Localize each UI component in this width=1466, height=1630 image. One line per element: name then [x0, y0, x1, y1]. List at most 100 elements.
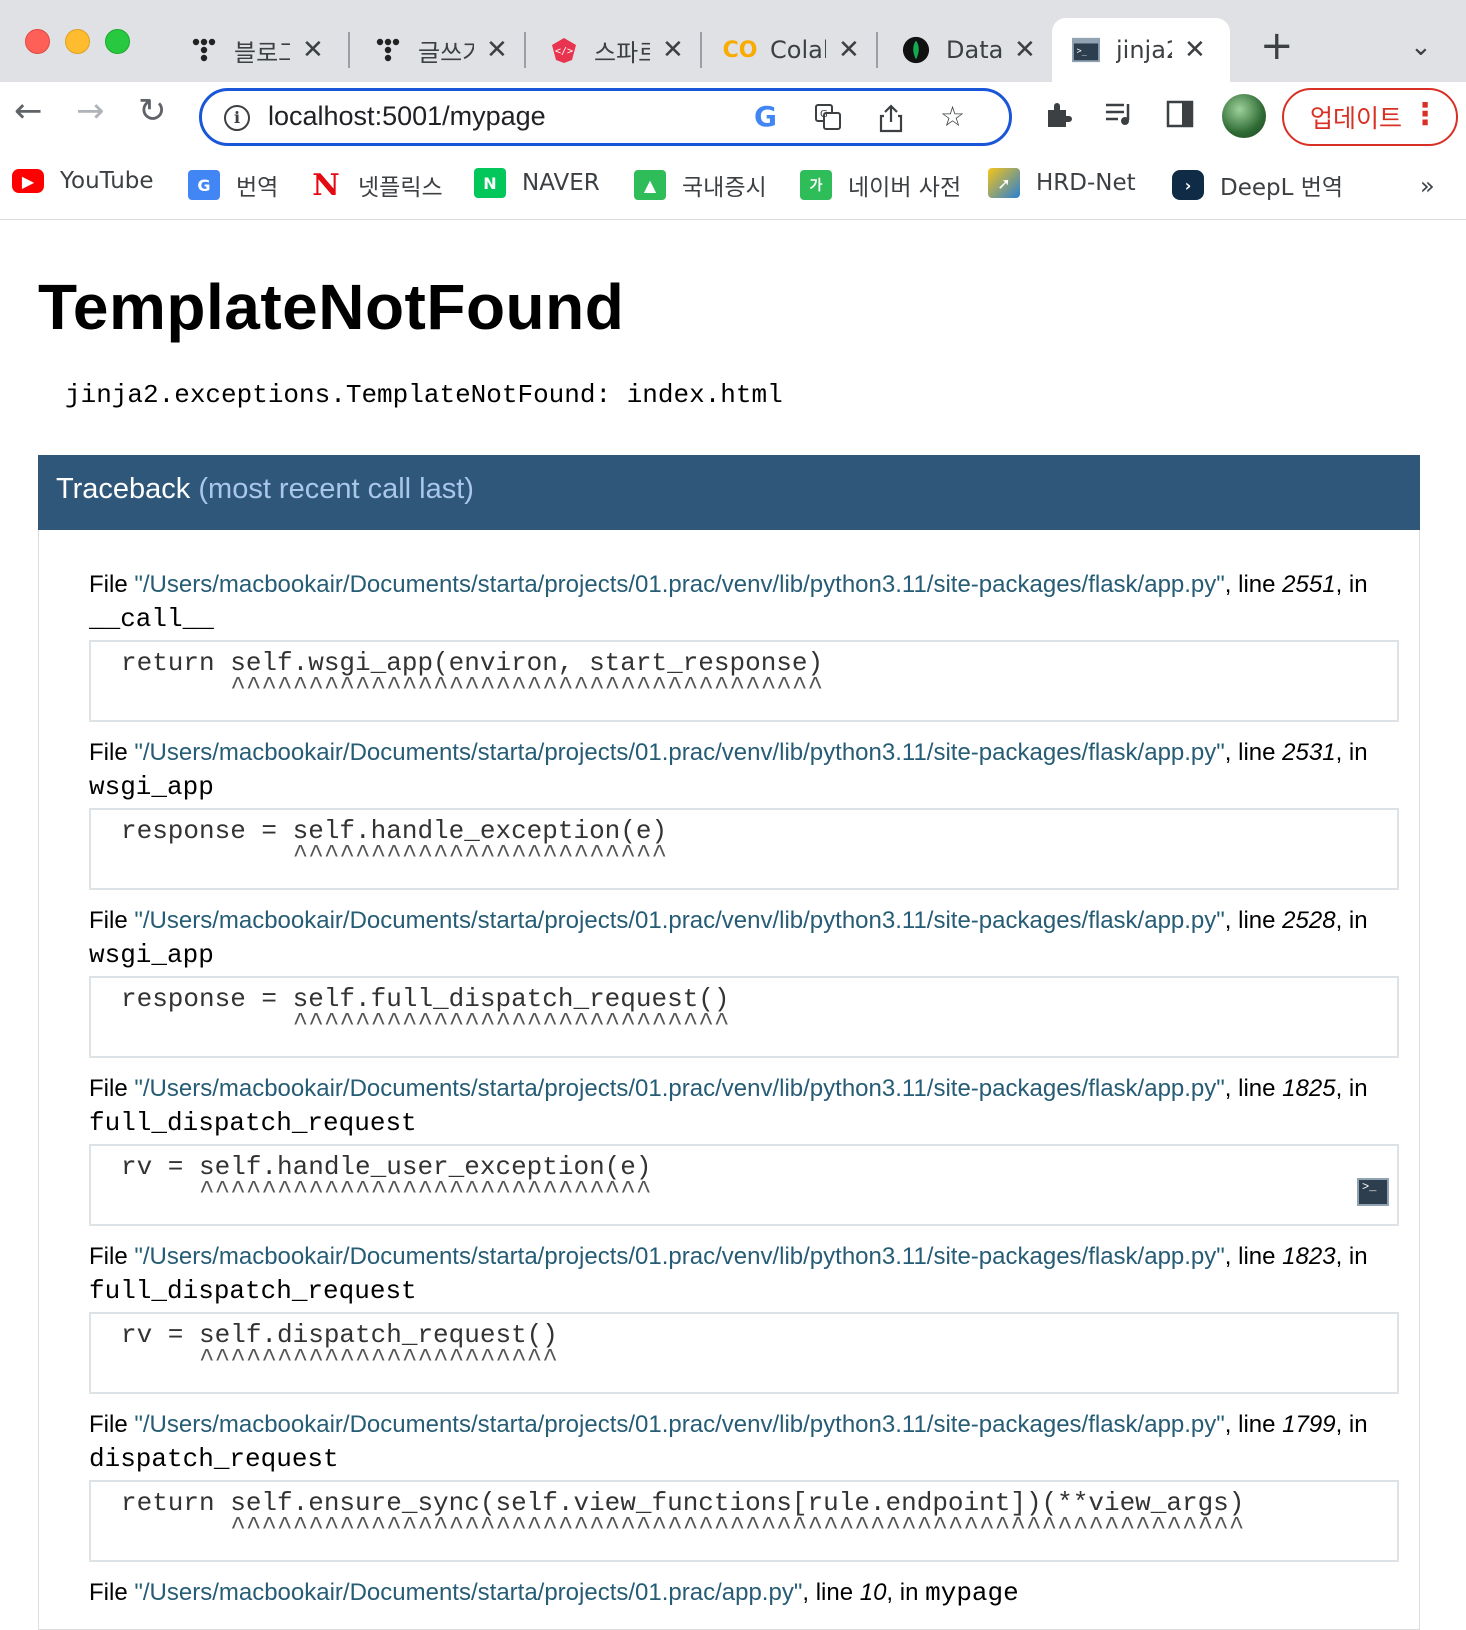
more-vert-icon[interactable]: ⋮ [1410, 100, 1440, 130]
stock-icon: ▲ [634, 170, 666, 200]
traceback-frame: File "/Users/macbookair/Documents/starta… [89, 904, 1399, 1058]
frame-header: File "/Users/macbookair/Documents/starta… [89, 907, 1368, 970]
share-icon[interactable] [878, 103, 904, 138]
svg-text:>_: >_ [1077, 46, 1088, 56]
extensions-puzzle-icon[interactable] [1044, 100, 1074, 136]
tab-colab[interactable]: CO Colab ✕ [706, 18, 860, 82]
frame-code-carets: ^^^^^^^^^^^^^^^^^^^^^^^ [121, 1344, 558, 1374]
tab-data[interactable]: Data ✕ [882, 18, 1036, 82]
close-icon[interactable]: ✕ [1184, 37, 1206, 63]
tab-separator [700, 32, 702, 68]
frame-code-box[interactable]: return self.wsgi_app(environ, start_resp… [89, 640, 1399, 722]
tab-blog[interactable]: 블로그 ✕ [170, 18, 324, 82]
frame-code-box[interactable]: rv = self.handle_user_exception(e) ^^^^^… [89, 1144, 1399, 1226]
site-info-icon[interactable]: i [224, 105, 250, 131]
close-icon[interactable]: ✕ [1014, 37, 1036, 63]
frame-header: File "/Users/macbookair/Documents/starta… [89, 1578, 1019, 1608]
bookmark-stock[interactable]: ▲ 국내증시 [634, 168, 767, 202]
tab-jinja2-active[interactable]: >_ jinja2 ✕ [1052, 18, 1230, 82]
bookmark-hrd-net[interactable]: ➚ HRD-Net [988, 168, 1136, 198]
bookmark-youtube[interactable]: ▶ YouTube [12, 168, 154, 194]
naver-icon: N [474, 168, 506, 198]
frame-file-path: "/Users/macbookair/Documents/starta/proj… [134, 739, 1225, 766]
file-label: File [89, 1243, 128, 1270]
frame-header: File "/Users/macbookair/Documents/starta… [89, 1411, 1368, 1474]
google-lens-icon[interactable]: G [754, 103, 777, 131]
frame-in-label: , in [886, 1579, 919, 1606]
reload-icon[interactable]: ↻ [138, 94, 167, 128]
address-bar[interactable]: i localhost:5001/mypage G G ☆ [199, 88, 1012, 146]
frame-header: File "/Users/macbookair/Documents/starta… [89, 1075, 1368, 1138]
file-label: File [89, 571, 128, 598]
bookmark-star-icon[interactable]: ☆ [940, 103, 965, 131]
new-tab-plus-icon[interactable]: + [1260, 26, 1294, 66]
frame-line-number: 1799 [1282, 1411, 1336, 1438]
back-arrow-icon[interactable]: ← [14, 94, 43, 128]
file-label: File [89, 907, 128, 934]
bookmark-naver-dict[interactable]: 가 네이버 사전 [800, 168, 961, 202]
frame-header: File "/Users/macbookair/Documents/starta… [89, 739, 1368, 802]
bookmark-label: NAVER [522, 170, 600, 196]
frame-code-box[interactable]: rv = self.dispatch_request() ^^^^^^^^^^^… [89, 1312, 1399, 1394]
media-queue-icon[interactable] [1104, 100, 1136, 134]
frame-in-label: , in [1335, 571, 1368, 598]
traceback-header: Traceback (most recent call last) [38, 455, 1420, 530]
svg-text:G: G [820, 109, 828, 120]
traceback-frame: File "/Users/macbookair/Documents/starta… [89, 1240, 1399, 1394]
bookmark-naver[interactable]: N NAVER [474, 168, 600, 198]
tab-sparta[interactable]: </> 스파르타 ✕ [530, 18, 684, 82]
frame-code-carets: ^^^^^^^^^^^^^^^^^^^^^^^^^^^^^^^^^^^^^^^^… [121, 1512, 1245, 1542]
side-panel-icon[interactable] [1166, 100, 1194, 134]
line-label: line [1238, 1243, 1276, 1270]
frame-code-box[interactable]: response = self.full_dispatch_request() … [89, 976, 1399, 1058]
close-icon[interactable]: ✕ [302, 37, 324, 63]
frame-function: full_dispatch_request [89, 1108, 417, 1138]
frame-header: File "/Users/macbookair/Documents/starta… [89, 1243, 1368, 1306]
tab-write[interactable]: 글쓰기 ✕ [354, 18, 508, 82]
bookmark-translate[interactable]: G 번역 [188, 168, 278, 202]
bookmark-label: YouTube [60, 168, 154, 194]
frame-code-box[interactable]: return self.ensure_sync(self.view_functi… [89, 1480, 1399, 1562]
browser-toolbar: ← → ↻ i localhost:5001/mypage G G ☆ 업데이트… [0, 82, 1466, 154]
frame-code-carets: ^^^^^^^^^^^^^^^^^^^^^^^^^^^^ [121, 1008, 730, 1038]
profile-avatar[interactable] [1222, 94, 1266, 138]
minimize-window-button[interactable] [65, 29, 90, 54]
line-label: line [815, 1579, 854, 1606]
line-label: line [1238, 1411, 1276, 1438]
traceback-frame: File "/Users/macbookair/Documents/starta… [89, 1576, 1399, 1610]
traceback-title: Traceback [56, 473, 191, 505]
bookmark-deepl[interactable]: › DeepL 번역 [1172, 168, 1343, 202]
tab-separator [348, 32, 350, 68]
frame-code-carets: ^^^^^^^^^^^^^^^^^^^^^^^^^^^^^^^^^^^^^^ [121, 672, 824, 702]
frame-in-label: , in [1335, 907, 1368, 934]
frame-file-path: "/Users/macbookair/Documents/starta/proj… [134, 1243, 1225, 1270]
close-window-button[interactable] [25, 29, 50, 54]
translate-icon[interactable]: G [814, 103, 842, 136]
frame-line-number: 10 [859, 1579, 887, 1606]
frame-line-number: 1823 [1282, 1243, 1336, 1270]
frame-file-path: "/Users/macbookair/Documents/starta/proj… [134, 571, 1225, 598]
deepl-icon: › [1172, 170, 1204, 200]
close-icon[interactable]: ✕ [662, 37, 684, 63]
bookmark-netflix[interactable]: N 넷플릭스 [310, 168, 442, 203]
update-button-label: 업데이트 [1310, 104, 1403, 133]
maximize-window-button[interactable] [105, 29, 130, 54]
frame-file-path: "/Users/macbookair/Documents/starta/proj… [134, 907, 1225, 934]
close-icon[interactable]: ✕ [486, 37, 508, 63]
forward-arrow-icon[interactable]: → [76, 94, 105, 128]
youtube-icon: ▶ [12, 169, 44, 193]
bookmark-label: 국내증시 [682, 175, 767, 201]
chevron-down-icon[interactable]: ⌄ [1410, 32, 1432, 62]
close-icon[interactable]: ✕ [838, 37, 860, 63]
chevron-double-right-icon[interactable]: » [1420, 172, 1435, 200]
traceback-frame: File "/Users/macbookair/Documents/starta… [89, 736, 1399, 890]
frame-code-box[interactable]: response = self.handle_exception(e) ^^^^… [89, 808, 1399, 890]
traceback-subtitle: (most recent call last) [198, 473, 474, 505]
sparta-icon: </> [550, 36, 578, 64]
open-console-icon[interactable]: >_ [1357, 1178, 1389, 1206]
update-button[interactable]: 업데이트 ⋮ [1282, 88, 1458, 146]
address-url[interactable]: localhost:5001/mypage [268, 101, 546, 132]
error-title: TemplateNotFound [38, 271, 625, 343]
tab-separator [524, 32, 526, 68]
tistory-icon [190, 36, 218, 64]
